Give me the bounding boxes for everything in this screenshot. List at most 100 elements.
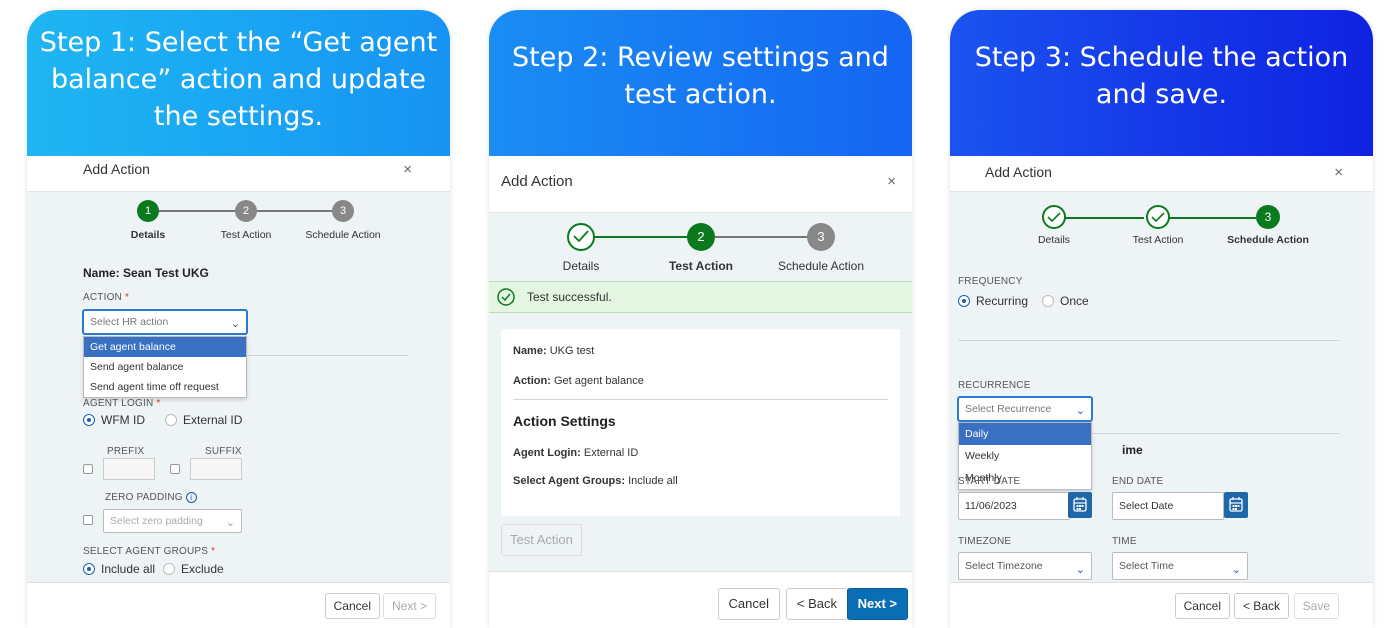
step-3-indicator[interactable]: 3 xyxy=(1256,205,1280,229)
step-2-label: Test Action xyxy=(1132,234,1184,246)
step-3-label: Schedule Action xyxy=(1227,234,1309,246)
calendar-icon[interactable] xyxy=(1068,492,1092,518)
close-icon[interactable]: × xyxy=(1334,164,1343,181)
step-3-indicator[interactable]: 3 xyxy=(332,200,354,222)
name-key: Name: xyxy=(513,345,547,357)
prefix-input[interactable] xyxy=(103,458,155,480)
dialog-header: Add Action × xyxy=(27,156,450,192)
section-heading-fragment: ime xyxy=(1122,443,1143,457)
suffix-input[interactable] xyxy=(190,458,242,480)
checkmark-icon xyxy=(1151,212,1165,223)
info-icon[interactable]: i xyxy=(185,492,197,503)
suffix-label: SUFFIX xyxy=(205,446,242,457)
calendar-icon[interactable] xyxy=(1224,492,1248,518)
dropdown-option-get-agent-balance[interactable]: Get agent balance xyxy=(84,337,246,357)
test-action-button[interactable]: Test Action xyxy=(501,524,582,556)
wizard-stepper: 3 Details Test Action Schedule Action xyxy=(950,192,1373,260)
name-value: UKG test xyxy=(549,345,595,357)
cancel-button[interactable]: Cancel xyxy=(324,593,380,619)
agent-groups-key: Select Agent Groups: xyxy=(513,475,626,487)
dialog-header: Add Action × xyxy=(489,156,912,213)
chevron-down-icon: ⌄ xyxy=(1231,564,1241,576)
radio-label: Once xyxy=(1060,294,1089,308)
prefix-suffix-checkbox[interactable] xyxy=(83,464,93,474)
radio-icon xyxy=(1042,295,1054,307)
start-date-value: 11/06/2023 xyxy=(965,500,1017,512)
dropdown-option-send-time-off[interactable]: Send agent time off request xyxy=(84,377,246,397)
zero-padding-checkbox[interactable] xyxy=(83,515,93,525)
radio-include-all[interactable]: Include all xyxy=(83,562,155,576)
back-button[interactable]: < Back xyxy=(1233,593,1289,619)
agent-groups-value: Include all xyxy=(628,475,678,487)
next-button[interactable]: Next > xyxy=(382,593,436,619)
chevron-down-icon: ⌄ xyxy=(1075,405,1085,417)
save-button[interactable]: Save xyxy=(1293,593,1339,619)
action-field-label: ACTION * xyxy=(83,292,129,303)
prefix-label: PREFIX xyxy=(107,446,145,457)
step3-hero-title: Step 3: Schedule the action and save. xyxy=(974,42,1349,110)
dialog-body: Name: Sean Test UKG ACTION * Select HR a… xyxy=(27,252,450,582)
step-1-label: Details xyxy=(1037,234,1071,246)
cancel-button[interactable]: Cancel xyxy=(717,588,780,620)
step-1-complete[interactable] xyxy=(1042,205,1066,229)
wizard-stepper: 1 2 3 Details Test Action Schedule Actio… xyxy=(27,192,450,252)
chevron-down-icon: ⌄ xyxy=(225,517,235,529)
dropdown-option-weekly[interactable]: Weekly xyxy=(959,445,1091,467)
radio-selected-icon xyxy=(83,414,95,426)
end-date-input[interactable]: Select Date xyxy=(1112,492,1224,520)
recurrence-select[interactable]: Select Recurrence ⌄ xyxy=(958,397,1092,421)
frequency-label: FREQUENCY xyxy=(958,276,1023,287)
step-1-indicator[interactable]: 1 xyxy=(137,200,159,222)
step1-hero: Step 1: Select the “Get agent balance” a… xyxy=(27,10,450,156)
agent-login-label-text: AGENT LOGIN xyxy=(83,398,154,409)
stepper-connector xyxy=(1064,217,1144,219)
action-value: Get agent balance xyxy=(553,375,644,387)
dialog-footer: Cancel Next > xyxy=(27,582,450,628)
step-2-complete[interactable] xyxy=(1146,205,1170,229)
time-select[interactable]: Select Time ⌄ xyxy=(1112,552,1248,580)
success-message: Test successful. xyxy=(527,290,612,304)
radio-label: Recurring xyxy=(976,294,1029,308)
divider xyxy=(513,399,888,400)
agent-groups-label: SELECT AGENT GROUPS * xyxy=(83,546,215,557)
cancel-button[interactable]: Cancel xyxy=(1174,593,1230,619)
dropdown-option-daily[interactable]: Daily xyxy=(959,423,1091,445)
step-3-indicator[interactable]: 3 xyxy=(807,223,835,251)
step-2-indicator[interactable]: 2 xyxy=(235,200,257,222)
review-panel: Name: UKG test Action: Get agent balance… xyxy=(501,329,900,516)
required-mark: * xyxy=(156,398,161,409)
radio-external-id[interactable]: External ID xyxy=(165,413,242,427)
timezone-label: TIMEZONE xyxy=(958,536,1012,547)
close-icon[interactable]: × xyxy=(887,173,896,190)
step-2-indicator[interactable]: 2 xyxy=(687,223,715,251)
suffix-checkbox[interactable] xyxy=(170,464,180,474)
zero-padding-placeholder: Select zero padding xyxy=(110,515,203,527)
timezone-select[interactable]: Select Timezone ⌄ xyxy=(958,552,1092,580)
step-1-complete[interactable] xyxy=(567,223,595,251)
next-button[interactable]: Next > xyxy=(846,588,908,620)
radio-label: WFM ID xyxy=(101,413,145,427)
required-mark: * xyxy=(124,292,130,303)
back-button[interactable]: < Back xyxy=(785,588,848,620)
dropdown-option-send-agent-balance[interactable]: Send agent balance xyxy=(84,357,246,377)
close-icon[interactable]: × xyxy=(403,161,412,178)
radio-once[interactable]: Once xyxy=(1042,294,1089,308)
end-date-placeholder: Select Date xyxy=(1119,500,1174,512)
radio-recurring[interactable]: Recurring xyxy=(958,294,1028,308)
radio-wfm-id[interactable]: WFM ID xyxy=(83,413,145,427)
calendar-glyph xyxy=(1073,497,1087,512)
recurrence-placeholder: Select Recurrence xyxy=(965,403,1052,415)
chevron-down-icon: ⌄ xyxy=(230,318,240,330)
radio-label: External ID xyxy=(183,413,243,427)
success-banner: Test successful. xyxy=(489,281,912,313)
agent-login-value: External ID xyxy=(583,447,639,459)
hr-action-select[interactable]: Select HR action ⌄ xyxy=(83,310,247,334)
start-date-input[interactable]: 11/06/2023 xyxy=(958,492,1070,520)
dialog-header: Add Action × xyxy=(950,156,1373,192)
stepper-connector xyxy=(593,236,693,238)
radio-selected-icon xyxy=(83,563,95,575)
zero-padding-select[interactable]: Select zero padding ⌄ xyxy=(103,509,242,533)
zero-padding-label-text: ZERO PADDING xyxy=(105,492,183,503)
radio-exclude[interactable]: Exclude xyxy=(163,562,224,576)
hr-action-dropdown: Get agent balance Send agent balance Sen… xyxy=(83,336,247,398)
